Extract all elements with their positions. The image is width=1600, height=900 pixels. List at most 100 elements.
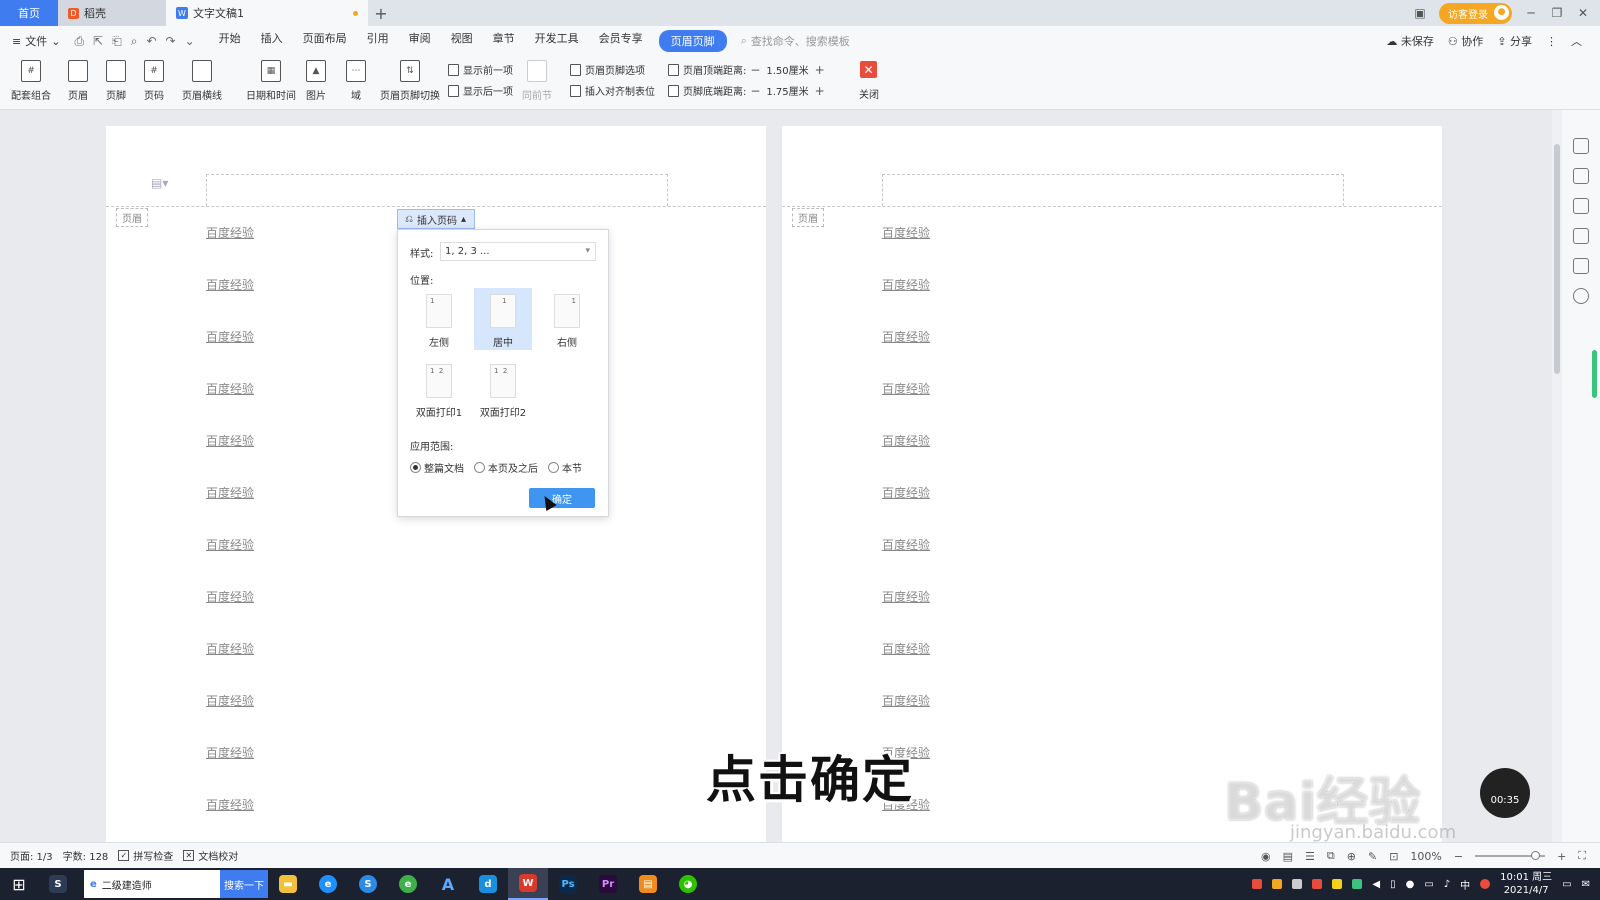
- taskbar-app-font[interactable]: A: [428, 868, 468, 900]
- document-line[interactable]: 百度经验: [882, 536, 930, 588]
- taskbar-app-wps[interactable]: W: [508, 868, 548, 900]
- scrollbar-thumb[interactable]: [1554, 144, 1560, 374]
- taskbar-app-browser[interactable]: e: [308, 868, 348, 900]
- document-line[interactable]: 百度经验: [882, 432, 930, 484]
- taskbar-app-premiere[interactable]: Pr: [588, 868, 628, 900]
- taskbar-app-orange[interactable]: ▤: [628, 868, 668, 900]
- visitor-login-button[interactable]: 访客登录 ●: [1439, 2, 1512, 24]
- taskbar-app-edge[interactable]: d: [468, 868, 508, 900]
- command-search[interactable]: ⌕ 查找命令、搜索模板: [741, 33, 850, 49]
- zoom-level[interactable]: 100%: [1410, 850, 1441, 863]
- help-icon[interactable]: [1573, 288, 1589, 304]
- page-2[interactable]: 页眉 百度经验 百度经验 百度经验 百度经验 百度经验 百度经验 百度经验 百度经验 百度经验百…: [782, 126, 1442, 842]
- menu-item-references[interactable]: 引用: [357, 30, 399, 52]
- header-button[interactable]: 页眉: [68, 60, 88, 102]
- document-line[interactable]: 百度经验: [206, 432, 254, 484]
- menu-item-developer[interactable]: 开发工具: [525, 30, 589, 52]
- tray-app-icon[interactable]: [1352, 879, 1363, 889]
- menu-item-layout[interactable]: 页面布局: [293, 30, 357, 52]
- document-line[interactable]: 百度经验: [206, 224, 254, 276]
- tab-document[interactable]: W 文字文稿1: [166, 0, 368, 26]
- taskbar-app-wechat[interactable]: ◕: [668, 868, 708, 900]
- outline-view-icon[interactable]: ☰: [1305, 850, 1315, 863]
- position-duplex2-option[interactable]: 1 2 双面打印2: [474, 358, 532, 420]
- header-area[interactable]: [882, 174, 1344, 206]
- position-right-option[interactable]: 1 右侧: [538, 288, 596, 350]
- footer-button[interactable]: 页脚: [106, 60, 126, 102]
- document-line[interactable]: 百度经验: [882, 276, 930, 328]
- vertical-scrollbar[interactable]: [1552, 110, 1562, 842]
- maximize-button[interactable]: ❐: [1550, 6, 1564, 20]
- globe-icon[interactable]: ⊕: [1347, 850, 1356, 863]
- menu-item-member[interactable]: 会员专享: [589, 30, 653, 52]
- field-button[interactable]: ⋯ 域: [346, 60, 366, 102]
- document-line[interactable]: 百度经验: [206, 380, 254, 432]
- new-tab-button[interactable]: +: [368, 0, 394, 26]
- document-line[interactable]: 百度经验: [882, 484, 930, 536]
- taskbar-app-360browser[interactable]: e: [388, 868, 428, 900]
- taskbar-app-photoshop[interactable]: Ps: [548, 868, 588, 900]
- tray-app-icon[interactable]: [1292, 879, 1303, 889]
- collapse-ribbon-icon[interactable]: ︿: [1571, 33, 1582, 49]
- backup-icon[interactable]: [1573, 258, 1589, 274]
- footer-bottom-input[interactable]: 1.75厘米: [766, 83, 808, 98]
- taskbar-search-button[interactable]: 搜索一下: [220, 870, 268, 898]
- header-distance-plus-button[interactable]: +: [815, 63, 825, 77]
- action-center-icon[interactable]: ✉: [1582, 879, 1590, 890]
- print-preview-icon[interactable]: ⌕: [131, 34, 138, 49]
- header-footer-switch-button[interactable]: ⇅ 页眉页脚切换: [380, 60, 440, 102]
- footer-distance-plus-button[interactable]: +: [815, 84, 825, 98]
- position-duplex1-option[interactable]: 1 2 双面打印1: [410, 358, 468, 420]
- tray-app-icon[interactable]: [1272, 879, 1283, 889]
- document-line[interactable]: 百度经验: [206, 640, 254, 692]
- document-line[interactable]: 百度经验: [882, 380, 930, 432]
- save-icon[interactable]: ⎙: [74, 34, 84, 49]
- show-next-button[interactable]: 显示后一项: [448, 83, 513, 98]
- scope-whole-document-radio[interactable]: 整篇文档: [410, 460, 464, 475]
- hf-options-button[interactable]: 页眉页脚选项: [570, 62, 645, 77]
- insert-align-tab-button[interactable]: 插入对齐制表位: [570, 83, 655, 98]
- taskbar-app-360[interactable]: S: [38, 868, 78, 900]
- show-previous-button[interactable]: 显示前一项: [448, 62, 513, 77]
- menu-item-view[interactable]: 视图: [441, 30, 483, 52]
- select-cursor-icon[interactable]: [1573, 198, 1589, 214]
- page-count[interactable]: 页面: 1/3: [10, 848, 53, 863]
- menu-item-insert[interactable]: 插入: [251, 30, 293, 52]
- microphone-icon[interactable]: ●: [1406, 879, 1415, 890]
- style-select[interactable]: 1, 2, 3 ... ▾: [440, 242, 596, 261]
- notification-icon[interactable]: ▭: [1562, 879, 1571, 890]
- picture-button[interactable]: ▲ 图片: [306, 60, 326, 102]
- menu-item-section[interactable]: 章节: [483, 30, 525, 52]
- export-icon[interactable]: ⇱: [93, 34, 103, 49]
- tab-daoke[interactable]: D 稻壳: [58, 0, 166, 26]
- menu-item-home[interactable]: 开始: [209, 30, 251, 52]
- unsaved-button[interactable]: ☁ 未保存: [1386, 33, 1434, 49]
- menu-item-review[interactable]: 审阅: [399, 30, 441, 52]
- document-line[interactable]: 百度经验: [882, 640, 930, 692]
- tab-home[interactable]: 首页: [0, 0, 58, 26]
- windows-start-button[interactable]: ⊞: [0, 868, 38, 900]
- more-icon[interactable]: ⋮: [1546, 35, 1557, 48]
- document-line[interactable]: 百度经验: [206, 588, 254, 640]
- eye-protection-icon[interactable]: ◉: [1261, 850, 1271, 863]
- package-combo-button[interactable]: # 配套组合: [11, 60, 51, 102]
- document-line[interactable]: 百度经验: [206, 692, 254, 744]
- volume-icon[interactable]: ◀: [1372, 879, 1380, 890]
- position-center-option[interactable]: 1 居中: [474, 288, 532, 350]
- same-as-previous-button[interactable]: 同前节: [522, 60, 552, 102]
- scope-this-section-radio[interactable]: 本节: [548, 460, 582, 475]
- close-header-footer-button[interactable]: ✕: [860, 61, 877, 78]
- settings-sliders-icon[interactable]: [1573, 228, 1589, 244]
- customize-icon[interactable]: ⌄: [185, 34, 195, 49]
- date-time-button[interactable]: ▦ 日期和时间: [246, 60, 296, 102]
- fit-icon[interactable]: ⊡: [1389, 850, 1398, 863]
- header-top-input[interactable]: 1.50厘米: [766, 62, 808, 77]
- undo-icon[interactable]: ↶: [146, 34, 156, 49]
- document-line[interactable]: 百度经验: [882, 328, 930, 380]
- layout-icon[interactable]: ▣: [1413, 6, 1427, 20]
- zoom-out-button[interactable]: −: [1454, 850, 1463, 863]
- page-number-button[interactable]: # 页码: [144, 60, 164, 102]
- taskbar-search-input[interactable]: e 二级建造师: [84, 870, 220, 898]
- scope-this-page-after-radio[interactable]: 本页及之后: [474, 460, 538, 475]
- document-line[interactable]: 百度经验: [206, 484, 254, 536]
